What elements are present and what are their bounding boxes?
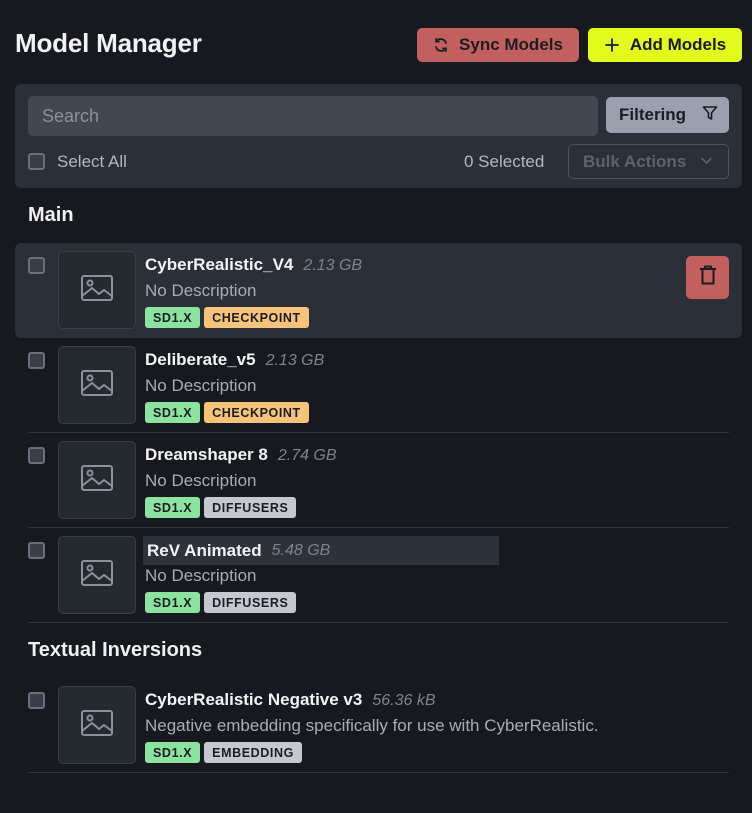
model-description: No Description: [145, 471, 257, 490]
model-badges: SD1.X EMBEDDING: [145, 742, 302, 763]
model-size: 56.36 kB: [372, 692, 436, 709]
trash-icon: [699, 265, 717, 290]
filtering-button[interactable]: Filtering: [606, 97, 729, 133]
base-badge: SD1.X: [145, 592, 201, 613]
model-checkbox[interactable]: [28, 692, 45, 709]
chevron-down-icon: [700, 152, 713, 172]
filter-icon: [702, 105, 718, 126]
model-row[interactable]: Deliberate_v5 2.13 GB No Description SD1…: [15, 338, 742, 433]
section-title-textual-inversions: Textual Inversions: [28, 639, 203, 661]
model-row[interactable]: CyberRealistic_V4 2.13 GB No Description…: [15, 243, 742, 338]
base-badge: SD1.X: [145, 307, 201, 328]
model-title: ReV Animated 5.48 GB: [143, 536, 499, 565]
format-badge: DIFFUSERS: [204, 497, 297, 518]
refresh-icon: [433, 37, 449, 53]
format-badge: CHECKPOINT: [204, 307, 309, 328]
image-placeholder-icon: [80, 274, 114, 307]
model-title: CyberRealistic_V4 2.13 GB: [145, 255, 368, 281]
sync-models-label: Sync Models: [459, 35, 563, 54]
model-name: Deliberate_v5: [145, 350, 256, 369]
image-placeholder-icon: [80, 464, 114, 497]
model-thumbnail: [58, 686, 136, 764]
add-models-label: Add Models: [629, 35, 727, 54]
row-divider: [28, 772, 729, 773]
plus-icon: [604, 37, 620, 53]
image-placeholder-icon: [80, 709, 114, 742]
model-badges: SD1.X DIFFUSERS: [145, 592, 297, 613]
model-thumbnail: [58, 346, 136, 424]
add-models-button[interactable]: Add Models: [588, 28, 742, 62]
model-badges: SD1.X CHECKPOINT: [145, 307, 309, 328]
header: Model Manager Sync Models Add Models: [0, 0, 752, 84]
format-badge: EMBEDDING: [204, 742, 302, 763]
base-badge: SD1.X: [145, 742, 201, 763]
select-all-checkbox[interactable]: [28, 153, 45, 170]
format-badge: DIFFUSERS: [204, 592, 297, 613]
model-name: ReV Animated: [147, 540, 262, 560]
model-description: No Description: [145, 281, 257, 300]
image-placeholder-icon: [80, 559, 114, 592]
model-row[interactable]: ReV Animated 5.48 GB No Description SD1.…: [15, 528, 742, 623]
model-size: 2.74 GB: [277, 447, 337, 464]
base-badge: SD1.X: [145, 497, 201, 518]
model-row[interactable]: Dreamshaper 8 2.74 GB No Description SD1…: [15, 433, 742, 528]
sync-models-button[interactable]: Sync Models: [417, 28, 579, 62]
bulk-actions-label: Bulk Actions: [583, 151, 687, 171]
model-size: 2.13 GB: [265, 352, 325, 369]
model-name: CyberRealistic Negative v3: [145, 690, 363, 709]
model-size: 5.48 GB: [271, 541, 331, 559]
model-description: No Description: [145, 566, 257, 585]
search-input[interactable]: [28, 96, 598, 136]
filtering-label: Filtering: [619, 105, 687, 124]
selected-count: 0 Selected: [464, 152, 545, 171]
model-description: No Description: [145, 376, 257, 395]
model-description: Negative embedding specifically for use …: [145, 716, 599, 735]
model-title: Dreamshaper 8 2.74 GB: [145, 445, 343, 471]
select-all-label: Select All: [57, 152, 127, 171]
model-title: CyberRealistic Negative v3 56.36 kB: [145, 690, 442, 716]
model-size: 2.13 GB: [303, 257, 363, 274]
base-badge: SD1.X: [145, 402, 201, 423]
delete-button[interactable]: [686, 256, 729, 299]
model-checkbox[interactable]: [28, 257, 45, 274]
model-title: Deliberate_v5 2.13 GB: [145, 350, 330, 376]
model-toolbar: Filtering Select All 0 Selected Bulk Act…: [15, 84, 742, 188]
model-thumbnail: [58, 536, 136, 614]
model-name: CyberRealistic_V4: [145, 255, 294, 274]
model-badges: SD1.X DIFFUSERS: [145, 497, 297, 518]
model-thumbnail: [58, 441, 136, 519]
model-name: Dreamshaper 8: [145, 445, 268, 464]
model-checkbox[interactable]: [28, 447, 45, 464]
page-title: Model Manager: [15, 28, 202, 58]
row-divider: [28, 622, 729, 623]
model-badges: SD1.X CHECKPOINT: [145, 402, 309, 423]
model-row[interactable]: CyberRealistic Negative v3 56.36 kB Nega…: [15, 678, 742, 773]
format-badge: CHECKPOINT: [204, 402, 309, 423]
bulk-actions-button[interactable]: Bulk Actions: [568, 144, 729, 179]
model-checkbox[interactable]: [28, 542, 45, 559]
section-title-main: Main: [28, 204, 74, 226]
model-checkbox[interactable]: [28, 352, 45, 369]
model-thumbnail: [58, 251, 136, 329]
image-placeholder-icon: [80, 369, 114, 402]
